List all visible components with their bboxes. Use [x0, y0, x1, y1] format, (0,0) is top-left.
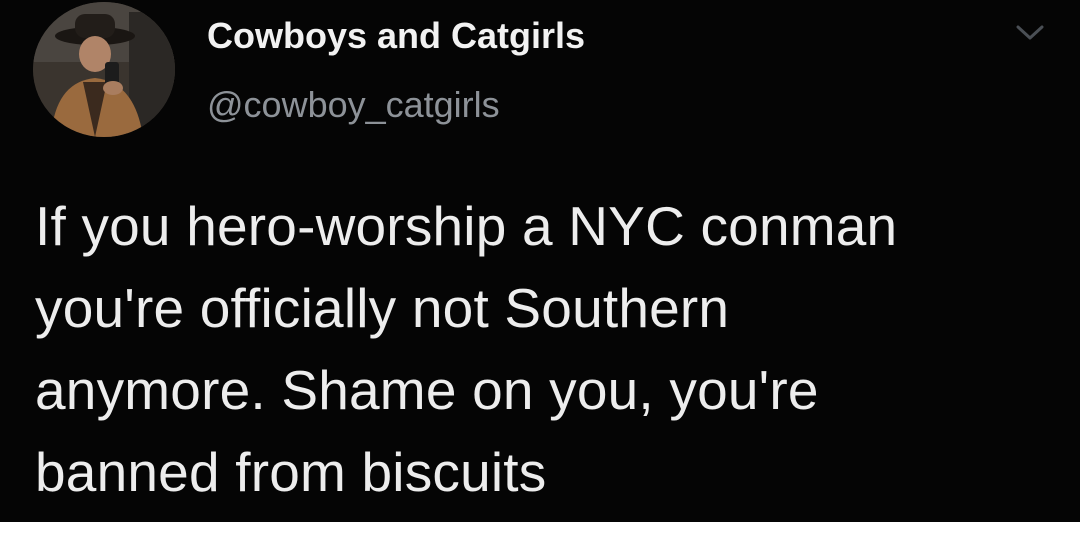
- display-name[interactable]: Cowboys and Catgirls: [207, 14, 585, 58]
- avatar[interactable]: [33, 2, 175, 137]
- tweet-text: If you hero-worship a NYC conman you're …: [35, 195, 898, 503]
- tweet-card: Cowboys and Catgirls @cowboy_catgirls If…: [0, 0, 1080, 522]
- chevron-down-icon[interactable]: [1013, 22, 1047, 44]
- user-handle[interactable]: @cowboy_catgirls: [207, 83, 500, 127]
- profile-photo-avatar: [33, 2, 175, 137]
- page-background: [0, 522, 1080, 555]
